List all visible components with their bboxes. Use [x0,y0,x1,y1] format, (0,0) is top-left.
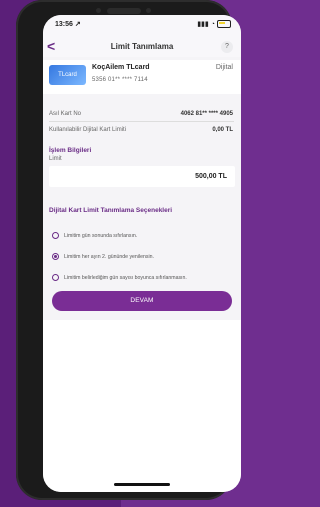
divider [49,121,234,122]
available-limit-value: 0,00 TL [212,127,233,133]
status-icons: ▮▮▮ ◔ [197,20,231,28]
help-button[interactable]: ? [221,41,233,53]
radio-icon[interactable] [52,232,59,239]
camera-dot-left [96,8,101,13]
option-label: Limitim belirlediğim gün sayısı boyunca … [64,274,187,281]
main-card-number: 4062 81** **** 4905 [180,111,233,117]
battery-icon [217,20,231,28]
option-label: Limitim her ayın 2. gününde yenilensin. [64,253,154,260]
main-card-label: Asıl Kart No [49,111,82,117]
signal-icon: ▮▮▮ [197,21,209,28]
available-limit-label: Kullanılabilir Dijital Kart Limiti [49,127,127,133]
empty-content-area [43,320,241,492]
option-renew-monthly[interactable]: Limitim her ayın 2. gününde yenilensin. [52,246,232,267]
phone-frame: 13:56 ↗ ▮▮▮ ◔ < Limit Tanımlama ? TLcard… [16,0,241,500]
option-label: Limitim gün sonunda sıfırlansın. [64,232,138,239]
limit-options: Limitim gün sonunda sıfırlansın. Limitim… [52,225,232,288]
card-image: TLcard [49,65,86,85]
selected-card: TLcard KoçAilem TLcard Dijital 5356 01**… [43,60,241,94]
home-indicator [114,483,170,486]
status-bar: 13:56 ↗ ▮▮▮ ◔ [43,15,241,37]
status-time: 13:56 ↗ [55,21,81,28]
limit-value: 500,00 TL [195,173,227,180]
transaction-section-title: İşlem Bilgileri [49,147,92,154]
limit-input[interactable]: 500,00 TL [49,166,235,187]
continue-button[interactable]: DEVAM [52,291,232,311]
limit-label: Limit [49,156,62,162]
top-navigation: < Limit Tanımlama ? [43,37,241,57]
camera-dot-right [146,8,151,13]
wifi-icon: ◔ [210,20,215,28]
radio-icon[interactable] [52,274,59,281]
card-type: Dijital [215,64,233,71]
options-section-title: Dijital Kart Limit Tanımlama Seçenekleri [49,207,173,214]
card-name: KoçAilem TLcard [92,64,150,71]
card-number: 5356 01** **** 7114 [92,77,148,83]
radio-checked-icon[interactable] [52,253,59,260]
screen: 13:56 ↗ ▮▮▮ ◔ < Limit Tanımlama ? TLcard… [43,15,241,492]
option-reset-daily[interactable]: Limitim gün sonunda sıfırlansın. [52,225,232,246]
earpiece [107,8,141,14]
option-keep-for-days[interactable]: Limitim belirlediğim gün sayısı boyunca … [52,267,232,288]
page-title: Limit Tanımlama [110,42,174,51]
